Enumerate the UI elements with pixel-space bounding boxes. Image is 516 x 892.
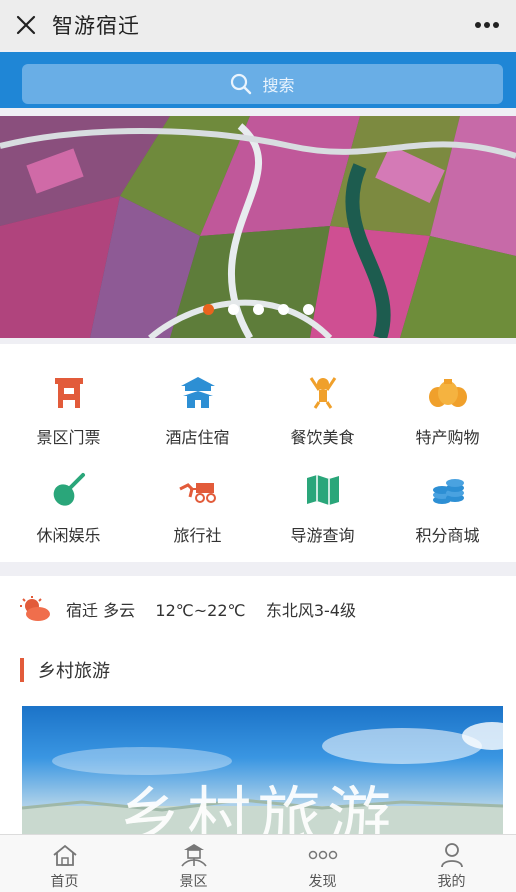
tab-home[interactable]: 首页 <box>0 835 129 892</box>
horse-carriage-icon <box>178 470 218 510</box>
carousel-dot[interactable] <box>302 304 314 315</box>
more-dots-icon <box>475 22 499 28</box>
service-label: 积分商城 <box>415 526 480 545</box>
pipa-instrument-icon <box>49 470 89 510</box>
carousel-dot[interactable] <box>227 304 239 315</box>
service-label: 酒店住宿 <box>165 428 230 447</box>
search-placeholder: 搜索 <box>262 76 295 95</box>
tab-label: 发现 <box>308 874 337 890</box>
top-bar: 智游宿迁 <box>0 0 516 50</box>
hotel-pagoda-icon <box>178 372 218 412</box>
money-bags-icon <box>428 372 468 412</box>
close-icon <box>16 15 36 35</box>
discover-dots-icon <box>308 841 338 869</box>
banner-headline: 乡村旅游 <box>117 781 397 836</box>
tab-mine[interactable]: 我的 <box>387 835 516 892</box>
ticket-gate-icon <box>49 372 89 412</box>
rural-tourism-banner[interactable]: 乡村旅游 <box>22 706 503 836</box>
search-input[interactable]: 搜索 <box>22 64 503 104</box>
section-header: 乡村旅游 <box>20 658 110 682</box>
carousel-dot[interactable] <box>252 304 264 315</box>
service-grid: 景区门票 酒店住宿 餐饮美食 特产购物 休闲娱乐 旅行社 导游查询 积分商城 <box>0 344 516 562</box>
tab-discover[interactable]: 发现 <box>258 835 387 892</box>
banner-carousel[interactable] <box>0 116 516 338</box>
service-label: 休闲娱乐 <box>36 526 101 545</box>
page-title: 智游宿迁 <box>52 14 140 38</box>
section-title: 乡村旅游 <box>38 661 110 682</box>
carousel-dot[interactable] <box>277 304 289 315</box>
home-icon <box>50 841 80 869</box>
service-points-mall[interactable]: 积分商城 <box>383 456 512 552</box>
service-label: 旅行社 <box>173 526 222 545</box>
user-icon <box>437 841 467 869</box>
close-button[interactable] <box>0 0 52 50</box>
map-icon <box>303 470 343 510</box>
service-travel-agency[interactable]: 旅行社 <box>133 456 262 552</box>
app-root: 智游宿迁 搜索 景区门票 酒店住宿 餐饮美食 特产购物 休闲娱乐 旅行社 导游查… <box>0 0 516 892</box>
tab-label: 景区 <box>179 874 208 890</box>
service-shopping[interactable]: 特产购物 <box>383 358 512 454</box>
scenic-icon <box>179 841 209 869</box>
bottom-tab-bar: 首页 景区 发现 我的 <box>0 834 516 892</box>
service-ticket[interactable]: 景区门票 <box>4 358 133 454</box>
section-accent-bar <box>20 658 24 682</box>
tab-label: 我的 <box>437 874 466 890</box>
weather-text: 宿迁 多云 12℃~22℃ 东北风3-4级 <box>66 601 356 620</box>
carousel-indicator <box>0 304 516 315</box>
tab-label: 首页 <box>50 874 79 890</box>
content-panel: 宿迁 多云 12℃~22℃ 东北风3-4级 乡村旅游 乡村旅游 <box>0 576 516 836</box>
service-hotel[interactable]: 酒店住宿 <box>133 358 262 454</box>
tab-scenic[interactable]: 景区 <box>129 835 258 892</box>
service-label: 餐饮美食 <box>290 428 355 447</box>
service-food[interactable]: 餐饮美食 <box>258 358 387 454</box>
service-label: 景区门票 <box>36 428 101 447</box>
coins-icon <box>428 470 468 510</box>
carousel-dot[interactable] <box>202 304 214 315</box>
service-guide[interactable]: 导游查询 <box>258 456 387 552</box>
service-label: 特产购物 <box>415 428 480 447</box>
service-leisure[interactable]: 休闲娱乐 <box>4 456 133 552</box>
service-label: 导游查询 <box>290 526 355 545</box>
cloudy-sun-icon <box>20 596 50 621</box>
search-bar: 搜索 <box>0 52 516 108</box>
search-icon <box>231 73 252 95</box>
more-button[interactable] <box>472 12 502 38</box>
chef-icon <box>303 372 343 412</box>
weather-bar: 宿迁 多云 12℃~22℃ 东北风3-4级 <box>20 594 356 624</box>
